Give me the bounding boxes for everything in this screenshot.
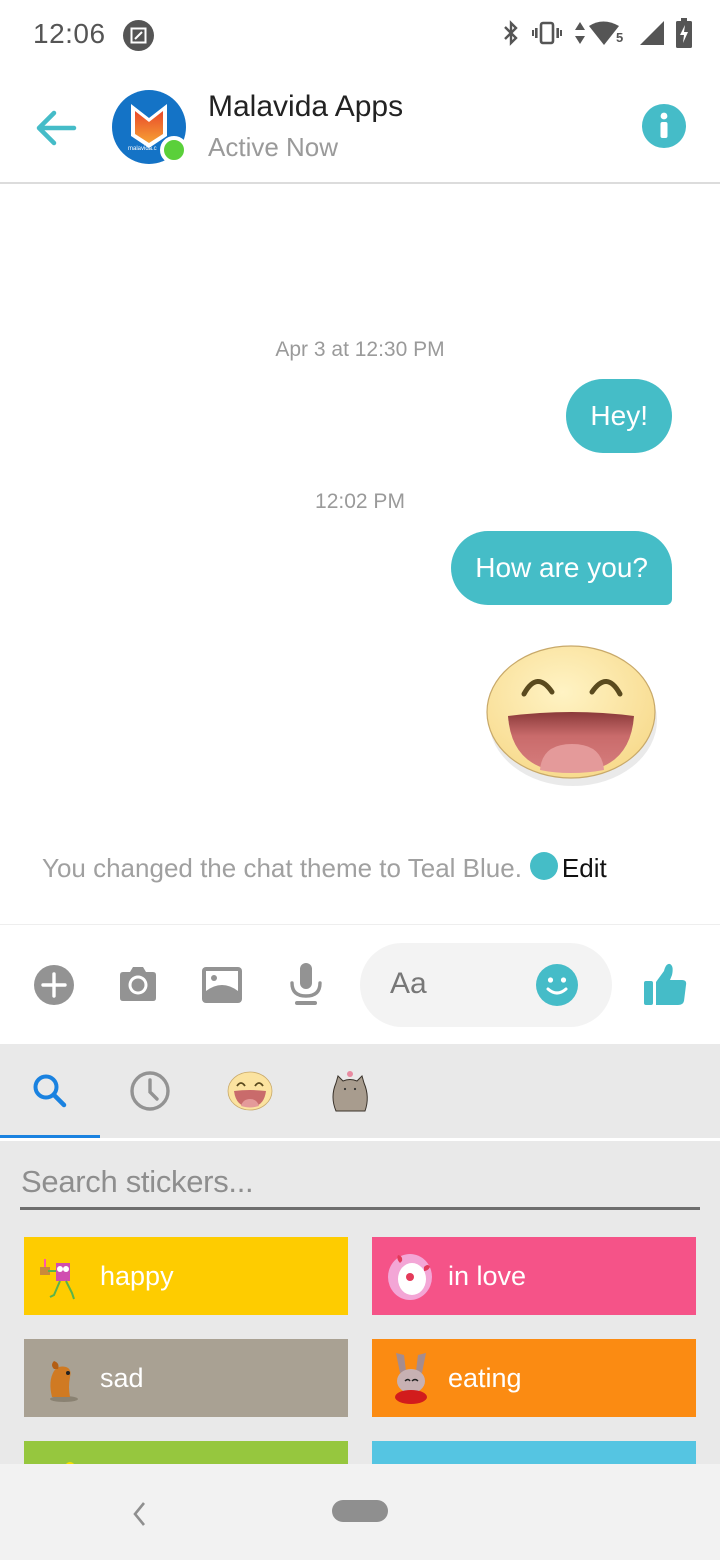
info-icon — [660, 112, 668, 138]
wifi-label: 5 — [616, 29, 624, 45]
microphone-button[interactable] — [284, 963, 328, 1007]
sticker-tab-pusheen-pack[interactable] — [300, 1044, 400, 1138]
vibrate-icon — [532, 21, 562, 50]
sticker-category-in-love[interactable]: in love — [372, 1237, 696, 1315]
conversation-header: malavida.c Malavida Apps Active Now — [0, 72, 720, 184]
timestamp: Apr 3 at 12:30 PM — [275, 338, 445, 361]
emoji-button[interactable] — [536, 964, 578, 1006]
gallery-button[interactable] — [200, 963, 244, 1007]
message-bubble-outgoing[interactable]: How are you? — [451, 531, 672, 605]
image-icon — [202, 967, 242, 1003]
message-input-placeholder: Aa — [390, 967, 427, 1000]
sticker-category-sad[interactable]: sad — [24, 1339, 348, 1417]
unicorn-sticker-icon — [388, 1254, 432, 1300]
plus-circle-icon — [34, 965, 74, 1005]
category-label: happy — [100, 1260, 174, 1291]
sad-dog-sticker-icon — [50, 1361, 78, 1402]
sticker-tab-recent[interactable] — [100, 1044, 200, 1138]
sticker-tab-search[interactable] — [0, 1044, 100, 1138]
data-arrows-icon — [574, 21, 586, 50]
category-label: in love — [448, 1260, 527, 1291]
nav-back-button[interactable] — [128, 1500, 150, 1528]
sticker-tab-smiley-pack[interactable] — [200, 1044, 300, 1138]
smiley-icon — [536, 964, 578, 1006]
message-bubble-outgoing[interactable]: Hey! — [566, 379, 672, 453]
system-nav-bar — [0, 1464, 720, 1560]
sticker-category-happy[interactable]: happy — [24, 1237, 348, 1315]
message-list[interactable]: Apr 3 at 12:30 PM Hey! 12:02 PM How are … — [0, 186, 720, 924]
search-icon — [33, 1074, 67, 1108]
theme-color-swatch — [529, 852, 558, 880]
theme-change-notice: You changed the chat theme to Teal Blue.… — [42, 852, 607, 884]
add-button[interactable] — [32, 963, 76, 1007]
battery-charging-icon — [676, 17, 692, 53]
contact-name[interactable]: Malavida Apps — [208, 90, 403, 124]
dancing-robot-sticker-icon — [40, 1259, 75, 1300]
microphone-icon — [290, 963, 322, 1005]
category-label: eating — [448, 1362, 522, 1393]
clock-icon — [130, 1071, 170, 1111]
sticker-category-5[interactable] — [24, 1441, 348, 1464]
cell-signal-icon — [640, 20, 664, 50]
status-icons: 5 — [502, 17, 692, 53]
message-input[interactable]: Aa — [360, 943, 612, 1027]
bluetooth-icon — [502, 19, 520, 52]
back-button[interactable] — [30, 102, 82, 154]
arrow-left-icon — [36, 110, 77, 146]
laughing-face-sticker[interactable] — [482, 632, 662, 792]
camera-button[interactable] — [116, 963, 160, 1007]
sticker-category-6[interactable] — [372, 1441, 696, 1464]
chevron-left-icon — [133, 1502, 146, 1526]
sticker-search-placeholder: Search stickers... — [21, 1164, 254, 1199]
message-composer: Aa — [0, 924, 720, 1044]
theme-note-text: You changed the chat theme to Teal Blue. — [42, 853, 522, 883]
like-button[interactable] — [642, 961, 688, 1007]
status-bar: 12:06 5 — [0, 0, 720, 72]
sticker-category-eating[interactable]: eating — [372, 1339, 696, 1417]
laughing-face-icon — [227, 1071, 273, 1111]
sticker-panel: Search stickers... happy in love sad eat… — [0, 1044, 720, 1464]
status-time: 12:06 — [33, 18, 106, 49]
contact-status: Active Now — [208, 132, 339, 162]
tab-divider — [0, 1138, 720, 1141]
camera-icon — [120, 967, 156, 1001]
wifi-icon: 5 — [588, 20, 628, 51]
screenshot-edit-icon — [123, 20, 154, 51]
online-indicator — [160, 136, 188, 164]
nav-home-button[interactable] — [332, 1500, 388, 1522]
sticker-category-icon — [386, 1453, 436, 1464]
thumbs-up-icon — [644, 963, 687, 1005]
category-label: sad — [100, 1362, 144, 1393]
bunny-eating-sticker-icon — [395, 1353, 427, 1404]
pusheen-cat-icon — [332, 1071, 368, 1112]
timestamp: 12:02 PM — [315, 490, 405, 513]
info-button[interactable] — [642, 104, 686, 148]
theme-edit-link[interactable]: Edit — [562, 853, 607, 883]
sticker-category-icon — [66, 1462, 74, 1464]
avatar-caption: malavida.c — [128, 146, 157, 152]
sticker-search-input[interactable]: Search stickers... — [20, 1162, 700, 1210]
